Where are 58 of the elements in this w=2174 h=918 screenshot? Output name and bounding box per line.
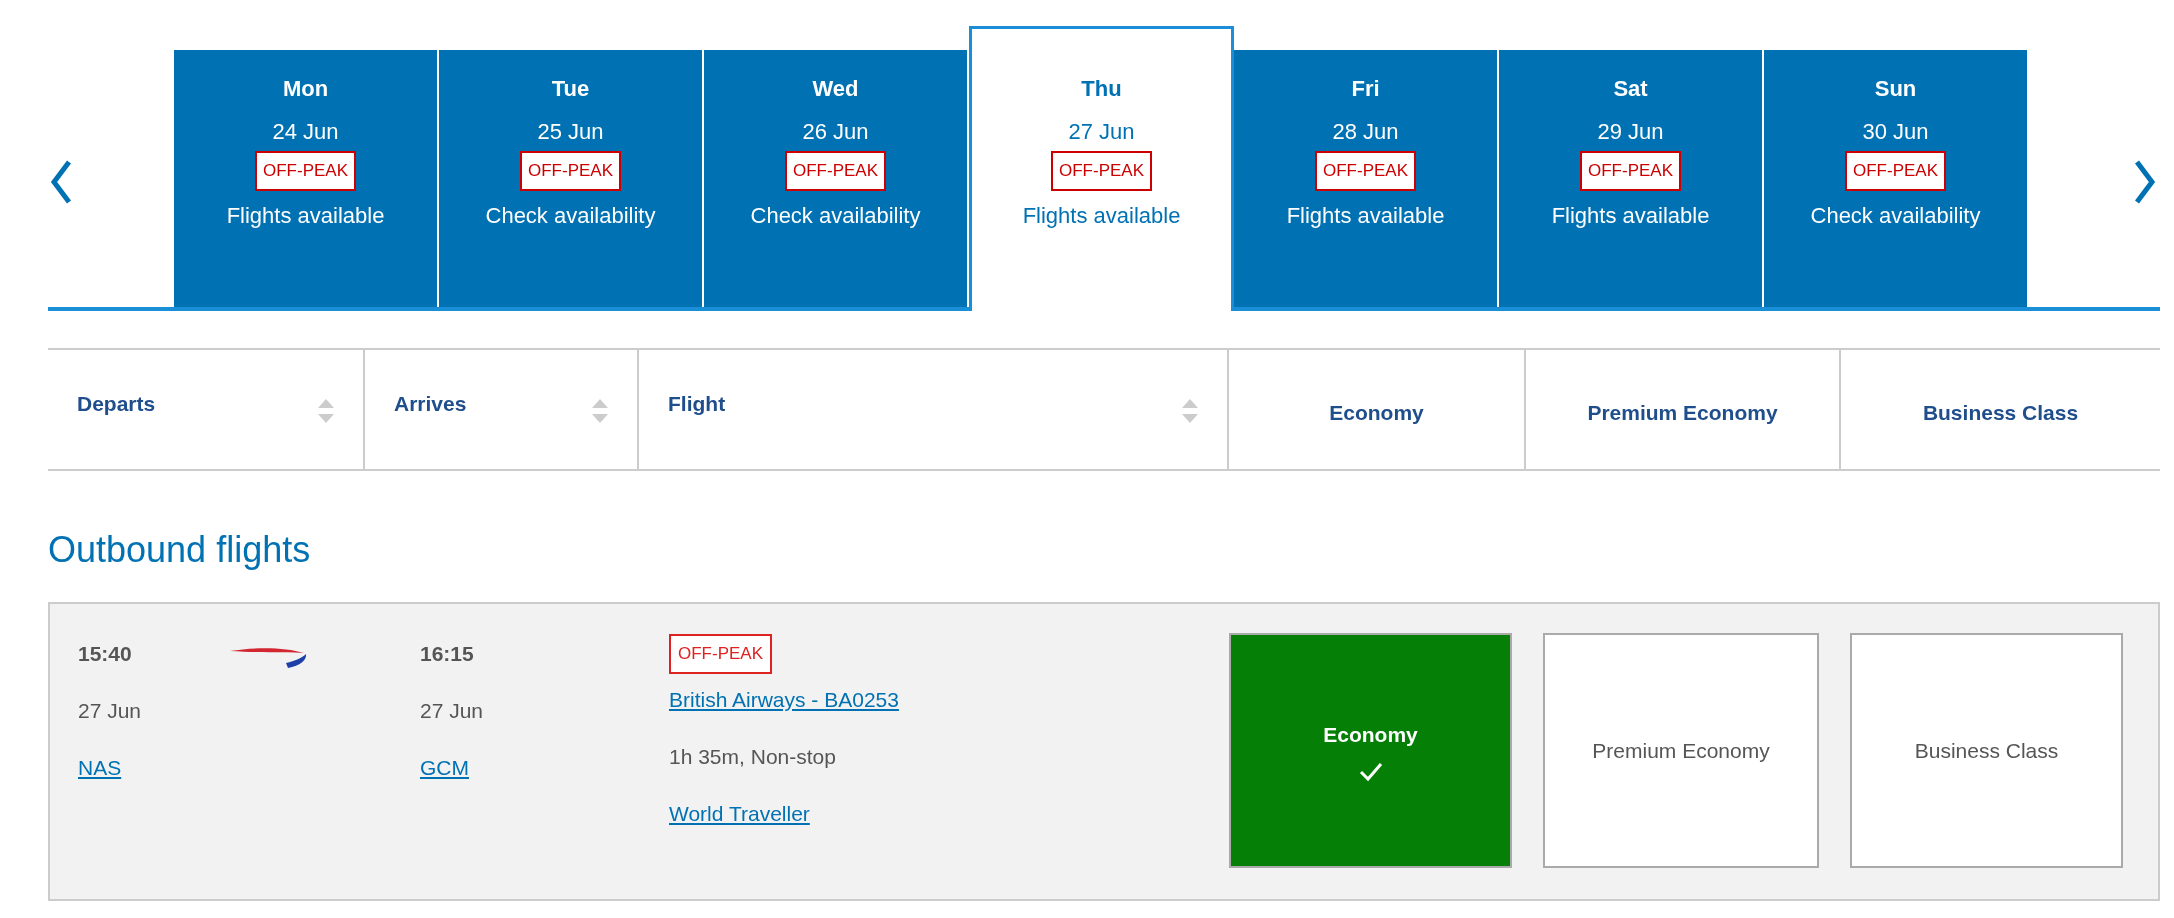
fare-option[interactable]: Premium Economy [1543,633,1819,868]
availability-label: Flights available [1286,203,1445,229]
fare-option[interactable]: Business Class [1850,633,2123,868]
date-label: 26 Jun [802,119,869,145]
arrival-date: 27 Jun [420,699,484,723]
off-peak-badge: OFF-PEAK [1051,151,1152,191]
airport-link[interactable]: NAS [78,756,122,780]
date-tab[interactable]: Fri 28 Jun OFF-PEAK Flights available [1234,50,1499,307]
availability-label: Flights available [1022,203,1181,229]
day-name: Tue [551,76,590,102]
flight-duration: 1h 35m, Non-stop [669,745,836,769]
date-label: 30 Jun [1862,119,1929,145]
cabin-link[interactable]: World Traveller [669,802,810,826]
off-peak-badge: OFF-PEAK [669,634,772,674]
column-header: Premium Economy [1587,399,1778,426]
date-tab[interactable]: Mon 24 Jun OFF-PEAK Flights available [174,50,439,307]
day-name: Mon [282,76,329,102]
checkmark-icon [1358,762,1383,783]
column-header[interactable]: Departs [77,387,156,420]
column-header[interactable]: Flight [668,387,726,420]
date-label: 27 Jun [1068,119,1135,145]
departure-date: 27 Jun [78,699,142,723]
previous-arrow-icon[interactable] [50,160,72,204]
availability-label: Check availability [485,203,656,229]
date-label: 29 Jun [1597,119,1664,145]
next-arrow-icon[interactable] [2134,160,2156,204]
column-header: Economy [1329,399,1424,426]
day-name: Thu [1081,76,1122,102]
off-peak-badge: OFF-PEAK [1845,151,1946,191]
day-name: Fri [1351,76,1380,102]
off-peak-badge: OFF-PEAK [785,151,886,191]
arrival-time: 16:15 [420,642,474,666]
section-title: Outbound flights [48,528,312,572]
departure-time: 15:40 [78,642,132,666]
date-label: 25 Jun [537,119,604,145]
column-header: Business Class [1922,399,2079,426]
column-header[interactable]: Arrives [394,387,467,420]
date-tab[interactable]: Tue 25 Jun OFF-PEAK Check availability [439,50,704,307]
availability-label: Flights available [1551,203,1710,229]
date-tab[interactable]: Sat 29 Jun OFF-PEAK Flights available [1499,50,1764,307]
date-tab[interactable]: Sun 30 Jun OFF-PEAK Check availability [1764,50,2029,307]
airport-link[interactable]: GCM [420,756,469,780]
day-name: Sun [1874,76,1917,102]
off-peak-badge: OFF-PEAK [1580,151,1681,191]
date-label: 24 Jun [272,119,339,145]
availability-label: Check availability [750,203,921,229]
date-tab[interactable]: Wed 26 Jun OFF-PEAK Check availability [704,50,969,307]
availability-label: Flights available [226,203,385,229]
day-name: Wed [812,76,859,102]
day-name: Sat [1613,76,1648,102]
flight-link[interactable]: British Airways - BA0253 [669,688,899,712]
fare-option[interactable]: Economy [1229,633,1512,868]
off-peak-badge: OFF-PEAK [520,151,621,191]
date-label: 28 Jun [1332,119,1399,145]
date-tab[interactable]: Thu 27 Jun OFF-PEAK Flights available [969,26,1234,311]
off-peak-badge: OFF-PEAK [255,151,356,191]
off-peak-badge: OFF-PEAK [1315,151,1416,191]
availability-label: Check availability [1810,203,1981,229]
